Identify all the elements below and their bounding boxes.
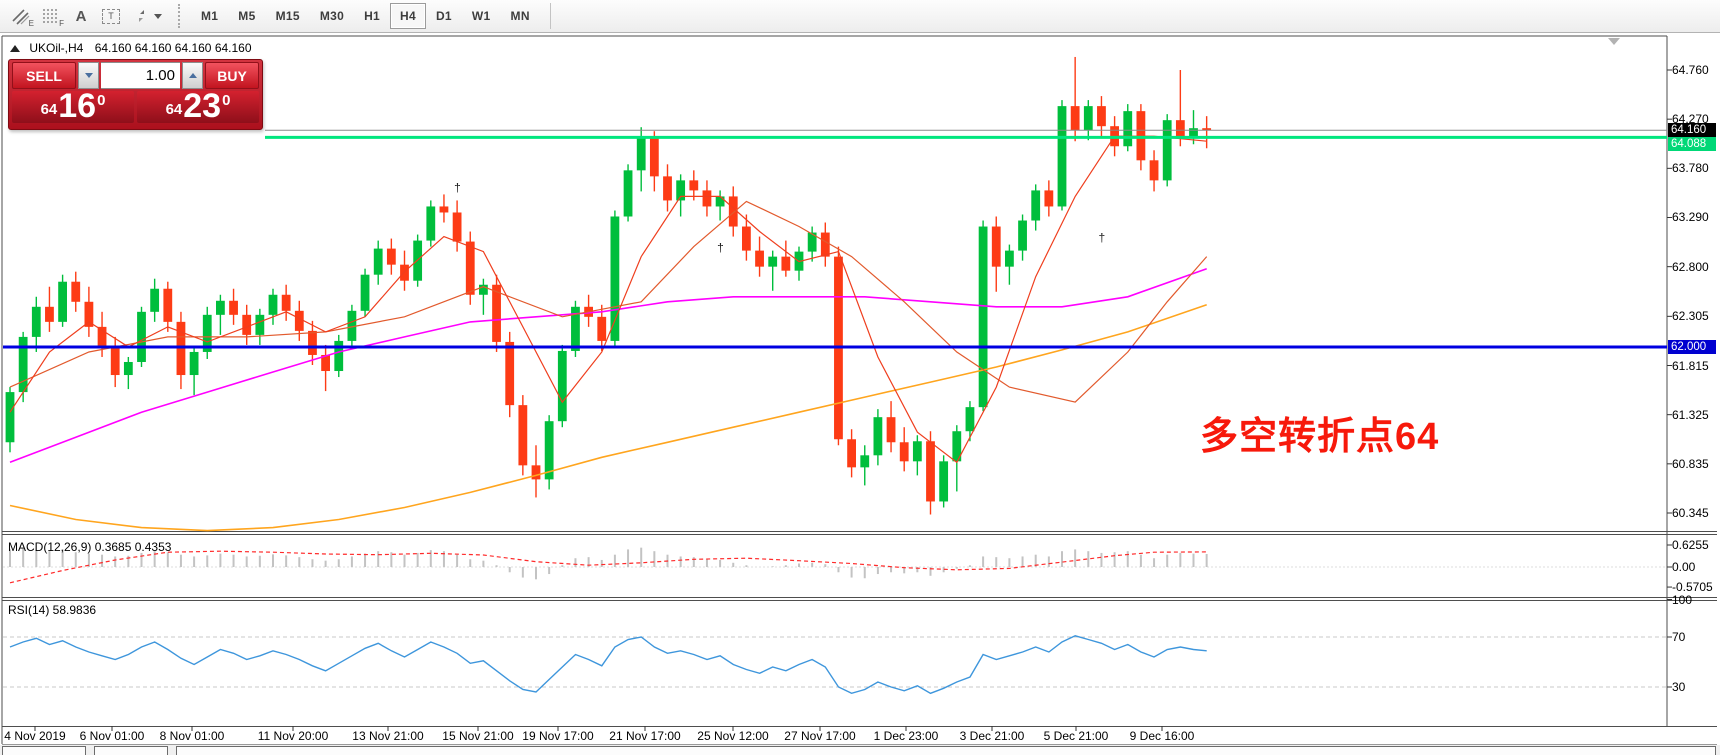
toolbar-gripper[interactable] <box>178 4 183 28</box>
bottom-window-tab[interactable] <box>2 746 86 755</box>
price-axis-label: 63.780 <box>1672 161 1709 176</box>
bottom-window-tab[interactable] <box>176 746 1716 755</box>
one-click-trading-panel: SELL 1.00 BUY 64 16 0 64 23 0 <box>8 59 263 130</box>
chevron-down-icon <box>153 13 162 19</box>
chart-shift-marker-icon[interactable] <box>1608 38 1620 45</box>
volume-decrease-button[interactable] <box>78 62 99 89</box>
tool-sub-label: F <box>59 19 64 28</box>
sell-price-big: 16 <box>58 87 97 125</box>
sell-price-sup: 0 <box>97 92 106 109</box>
chart-title: UKOil-,H4 64.160 64.160 64.160 64.160 <box>10 41 252 55</box>
time-axis-label: 25 Nov 12:00 <box>697 729 769 743</box>
current-price-tag: 64.160 <box>1668 123 1716 138</box>
timeframe-button-H4[interactable]: H4 <box>390 3 426 29</box>
sell-price-display[interactable]: 64 16 0 <box>12 87 134 125</box>
price-axis-label: 62.305 <box>1672 309 1709 324</box>
svg-text:†: † <box>454 180 461 194</box>
svg-text:†: † <box>717 241 724 255</box>
timeframe-button-M30[interactable]: M30 <box>310 3 354 29</box>
time-axis-label: 3 Dec 21:00 <box>959 729 1025 743</box>
price-axis-label: 61.325 <box>1672 407 1709 422</box>
buy-price-sup: 0 <box>222 92 231 109</box>
trading-terminal-window: { "toolbar": { "tools": [ {"name": "equi… <box>0 0 1720 755</box>
timeframe-button-MN[interactable]: MN <box>501 3 540 29</box>
price-axis-label: 60.835 <box>1672 456 1709 471</box>
time-axis-label: 8 Nov 01:00 <box>159 729 225 743</box>
svg-text:†: † <box>1098 231 1105 245</box>
equidistant-channel-icon[interactable]: E <box>6 3 36 29</box>
text-tool-icon[interactable]: A <box>66 3 96 29</box>
chart-text-annotation: 多空转折点64 <box>1200 416 1440 458</box>
price-axis-label: 63.290 <box>1672 210 1709 225</box>
time-axis-label: 27 Nov 17:00 <box>784 729 856 743</box>
macd-title: MACD(12,26,9) 0.3685 0.4353 <box>8 540 172 554</box>
time-axis-label: 11 Nov 20:00 <box>257 729 329 743</box>
volume-input[interactable]: 1.00 <box>101 62 180 89</box>
buy-price-prefix: 64 <box>165 101 183 118</box>
symbol-period-label: UKOil-,H4 <box>29 41 84 55</box>
label-tool-letter: T <box>102 8 120 24</box>
time-axis-label: 4 Nov 2019 <box>4 729 66 743</box>
price-axis-label: 64.760 <box>1672 63 1709 77</box>
time-axis-label: 13 Nov 21:00 <box>352 729 424 743</box>
green-level-price-tag: 64.088 <box>1668 136 1716 151</box>
arrows-tool-icon[interactable] <box>126 3 168 29</box>
time-axis-label: 19 Nov 17:00 <box>522 729 594 743</box>
collapse-triangle-icon[interactable] <box>10 45 20 52</box>
timeframe-button-W1[interactable]: W1 <box>462 3 501 29</box>
top-toolbar: E F A T M1 M5 M15 M30 H1 H4 D1 W1 MN <box>0 0 1720 33</box>
blue-hline-price-tag: 62.000 <box>1668 339 1716 354</box>
timeframe-button-M15[interactable]: M15 <box>266 3 310 29</box>
rsi-axis-label: 70 <box>1672 630 1686 644</box>
toolbar-separator <box>549 3 551 29</box>
timeframe-button-H1[interactable]: H1 <box>354 3 390 29</box>
rsi-title: RSI(14) 58.9836 <box>8 603 97 617</box>
bottom-window-strip <box>0 745 1720 755</box>
macd-axis-label: 0.00 <box>1672 560 1696 574</box>
triangle-down-icon <box>84 73 93 78</box>
tool-sub-label: E <box>28 19 34 28</box>
label-tool-icon[interactable]: T <box>96 3 126 29</box>
buy-price-display[interactable]: 64 23 0 <box>137 87 259 125</box>
price-axis-label: 62.800 <box>1672 259 1709 274</box>
sell-price-prefix: 64 <box>40 101 58 118</box>
price-axis-label: 60.345 <box>1672 506 1709 520</box>
rsi-axis-label: 30 <box>1672 680 1686 694</box>
price-axis-label: 61.815 <box>1672 358 1709 373</box>
macd-axis-label: 0.6255 <box>1672 538 1709 552</box>
timeframe-button-M1[interactable]: M1 <box>191 3 228 29</box>
timeframe-button-D1[interactable]: D1 <box>426 3 462 29</box>
time-axis-label: 9 Dec 16:00 <box>1129 729 1195 743</box>
text-tool-label: A <box>75 7 87 25</box>
time-axis-label: 1 Dec 23:00 <box>873 729 939 743</box>
volume-increase-button[interactable] <box>182 62 203 89</box>
time-axis-label: 6 Nov 01:00 <box>79 729 145 743</box>
time-axis-label: 21 Nov 17:00 <box>609 729 681 743</box>
time-axis-label: 5 Dec 21:00 <box>1043 729 1109 743</box>
buy-price-big: 23 <box>183 87 222 125</box>
timeframe-group: M1 M5 M15 M30 H1 H4 D1 W1 MN <box>191 3 540 29</box>
ohlc-values: 64.160 64.160 64.160 64.160 <box>94 41 252 55</box>
triangle-up-icon <box>188 73 197 78</box>
fibonacci-icon[interactable]: F <box>36 3 66 29</box>
sell-button[interactable]: SELL <box>12 62 76 89</box>
rsi-axis-label: 100 <box>1672 592 1693 607</box>
time-axis-label: 15 Nov 21:00 <box>442 729 514 743</box>
timeframe-button-M5[interactable]: M5 <box>228 3 265 29</box>
buy-button[interactable]: BUY <box>205 62 259 89</box>
bottom-window-tab[interactable] <box>94 746 168 755</box>
